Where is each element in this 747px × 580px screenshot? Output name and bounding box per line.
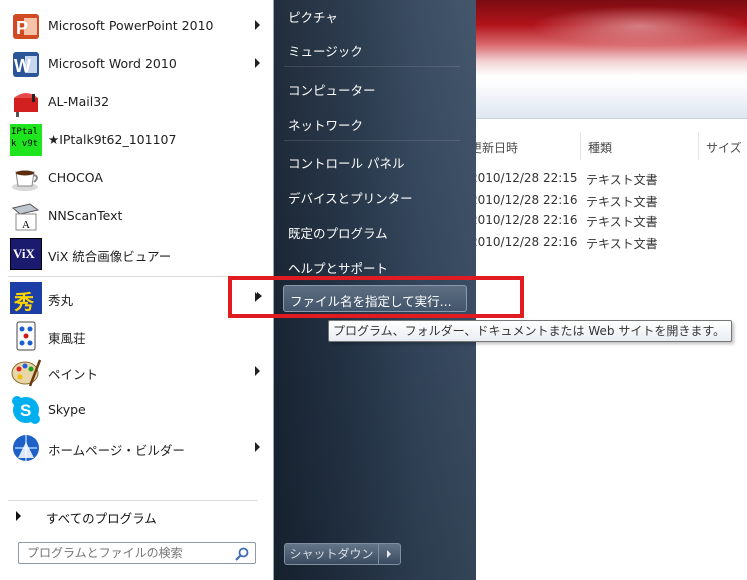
program-item-homepage-builder[interactable]: ホームページ・ビルダー [6, 430, 268, 466]
shutdown-options-button[interactable] [379, 543, 401, 565]
file-row[interactable]: 2010/12/28 22:15 テキスト文書 [470, 168, 747, 190]
column-size[interactable]: サイズ [706, 139, 742, 156]
word-icon: W [10, 48, 42, 80]
hidemaru-icon: 秀 [10, 282, 42, 314]
scanner-icon: A [10, 200, 42, 232]
program-label: AL-Mail32 [48, 94, 110, 109]
submenu-arrow-icon [255, 58, 260, 68]
program-label: NNScanText [48, 208, 123, 223]
program-item-iptalk[interactable]: IPtalk v9t ★IPtalk9t62_101107 [6, 122, 268, 158]
program-label: ホームページ・ビルダー [48, 443, 185, 458]
explorer-column-header: 更新日時 種類 サイズ [470, 132, 747, 160]
right-arrow-icon [16, 511, 21, 521]
menu-item-control-panel[interactable]: コントロール パネル [288, 153, 404, 172]
paint-palette-icon [10, 356, 42, 388]
mailbox-icon [10, 86, 42, 118]
menu-item-help-support[interactable]: ヘルプとサポート [288, 258, 388, 277]
run-tooltip: プログラム、フォルダー、ドキュメントまたは Web サイトを開きます。 [328, 320, 732, 342]
program-label: Microsoft Word 2010 [48, 56, 177, 71]
menu-separator [284, 140, 460, 141]
search-input[interactable] [19, 543, 237, 563]
program-item-tonpuso[interactable]: 東風荘 [6, 318, 268, 354]
shutdown-button[interactable]: シャットダウン [284, 543, 379, 565]
column-divider[interactable] [698, 132, 699, 160]
program-item-powerpoint[interactable]: P Microsoft PowerPoint 2010 [6, 8, 268, 44]
all-programs-button[interactable]: すべてのプログラム [10, 504, 260, 528]
menu-separator [8, 276, 258, 277]
coffee-cup-icon [10, 162, 42, 194]
menu-item-music[interactable]: ミュージック [288, 41, 363, 60]
svg-text:A: A [22, 219, 30, 231]
program-label: Microsoft PowerPoint 2010 [48, 18, 214, 33]
mahjong-tile-icon [10, 320, 42, 352]
explorer-toolbar [470, 88, 747, 119]
search-icon[interactable] [235, 546, 249, 561]
svg-text:P: P [16, 18, 28, 38]
skype-icon: S [10, 394, 42, 426]
program-label: ペイント [48, 367, 99, 382]
powerpoint-icon: P [10, 10, 42, 42]
submenu-arrow-icon [255, 366, 260, 376]
vix-icon: ViX [10, 238, 42, 270]
program-label: CHOCOA [48, 170, 103, 185]
column-modified-date[interactable]: 更新日時 [470, 139, 518, 156]
submenu-arrow-icon [255, 442, 260, 452]
program-item-vix[interactable]: ViX ViX 統合画像ビュアー [6, 236, 268, 272]
search-box[interactable] [18, 542, 256, 564]
menu-separator [284, 66, 460, 67]
file-date: 2010/12/28 22:15 [470, 171, 578, 185]
program-label: Skype [48, 402, 86, 417]
svg-text:S: S [20, 401, 31, 420]
file-type: テキスト文書 [586, 173, 658, 187]
menu-item-network[interactable]: ネットワーク [288, 115, 363, 134]
column-type[interactable]: 種類 [588, 139, 612, 156]
submenu-arrow-icon [255, 20, 260, 30]
program-item-word[interactable]: W Microsoft Word 2010 [6, 46, 268, 82]
menu-separator [8, 500, 258, 501]
file-type: テキスト文書 [586, 215, 658, 229]
program-label: 秀丸 [48, 293, 74, 308]
all-programs-label: すべてのプログラム [46, 511, 157, 526]
highlight-annotation-box [228, 276, 524, 318]
iptalk-icon: IPtalk v9t [10, 124, 42, 156]
column-divider[interactable] [580, 132, 581, 160]
file-date: 2010/12/28 22:16 [470, 193, 578, 207]
menu-item-pictures[interactable]: ピクチャ [288, 7, 338, 26]
program-item-skype[interactable]: S Skype [6, 392, 268, 428]
file-date: 2010/12/28 22:16 [470, 235, 578, 249]
menu-item-devices-printers[interactable]: デバイスとプリンター [288, 188, 413, 207]
program-item-almail[interactable]: AL-Mail32 [6, 84, 268, 120]
svg-text:W: W [14, 56, 31, 76]
submenu-arrow-icon [257, 292, 262, 300]
program-item-paint[interactable]: ペイント [6, 354, 268, 390]
program-label: ★IPtalk9t62_101107 [48, 132, 177, 147]
program-label: 東風荘 [48, 331, 86, 346]
menu-item-computer[interactable]: コンピューター [288, 80, 376, 99]
file-row[interactable]: 2010/12/28 22:16 テキスト文書 [470, 190, 747, 212]
file-row[interactable]: 2010/12/28 22:16 テキスト文書 [470, 232, 747, 254]
program-item-nnscantext[interactable]: A NNScanText [6, 198, 268, 234]
file-type: テキスト文書 [586, 237, 658, 251]
chevron-right-icon [387, 550, 391, 558]
menu-item-default-programs[interactable]: 既定のプログラム [288, 223, 388, 242]
file-date: 2010/12/28 22:16 [470, 213, 578, 227]
program-label: ViX 統合画像ビュアー [48, 249, 172, 264]
file-row[interactable]: 2010/12/28 22:16 テキスト文書 [470, 210, 747, 232]
homepage-builder-icon [10, 432, 42, 464]
program-item-chocoa[interactable]: CHOCOA [6, 160, 268, 196]
file-type: テキスト文書 [586, 195, 658, 209]
